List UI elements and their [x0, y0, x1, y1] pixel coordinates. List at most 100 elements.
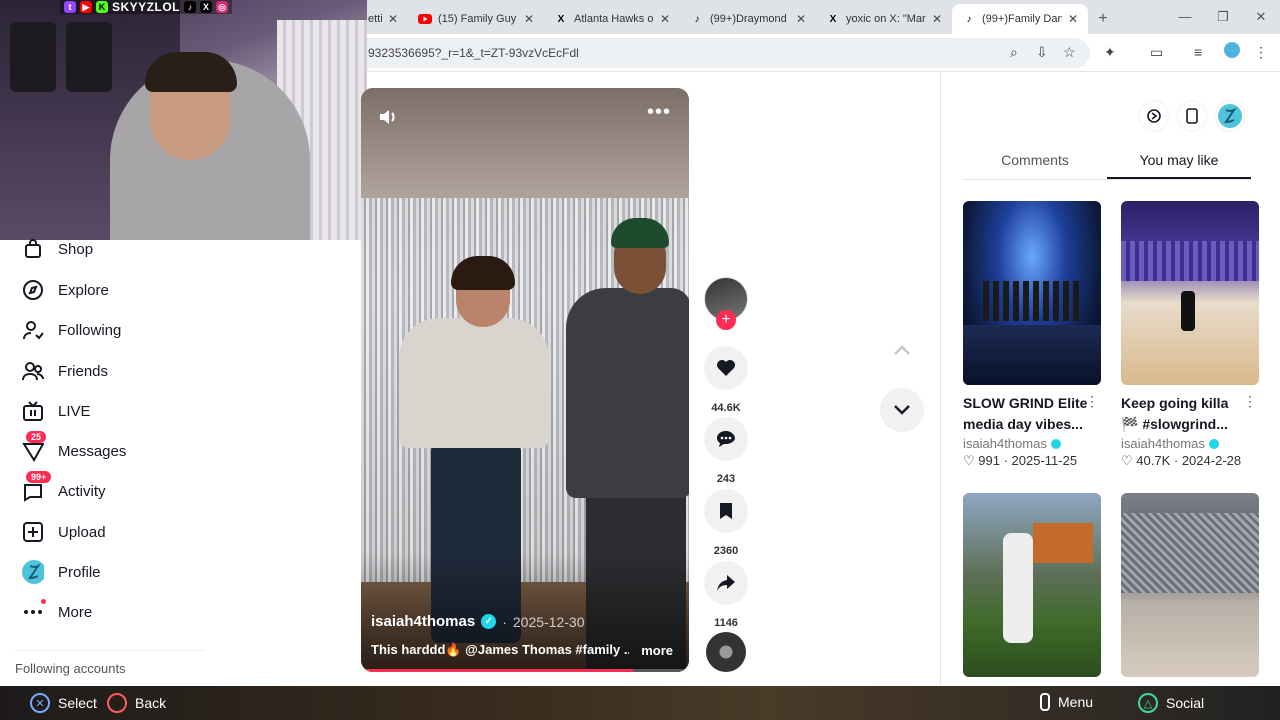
suggested-video-card[interactable] — [1121, 493, 1259, 685]
cast-icon[interactable]: ▭ — [1150, 44, 1163, 61]
volume-icon[interactable] — [377, 106, 399, 128]
extensions-icon[interactable]: ✦ — [1104, 44, 1116, 61]
verified-icon: ✓ — [481, 614, 497, 629]
close-icon[interactable]: ✕ — [796, 12, 806, 26]
sidebar-item-messages[interactable]: 25 Messages — [22, 431, 127, 467]
video-player[interactable]: ••• isaiah4thomas ✓ · 2025-12-30 This ha… — [361, 88, 689, 672]
panel-tabs: Comments You may like — [963, 148, 1251, 180]
sidebar-item-label: Explore — [58, 281, 109, 299]
sidebar-item-label: Upload — [58, 523, 106, 541]
sidebar-item-shop[interactable]: Shop — [22, 233, 93, 265]
card-more-icon[interactable]: ⋮ — [1085, 393, 1099, 410]
close-window-icon[interactable]: ✕ — [1242, 0, 1280, 34]
card-likes: 991 — [978, 453, 1000, 468]
video-progress-fill — [361, 669, 634, 672]
thumbnail-figure — [1003, 533, 1033, 643]
browser-tab[interactable]: X yoxic on X: "Mari ✕ — [816, 4, 952, 34]
video-thumbnail[interactable] — [1121, 493, 1259, 677]
tab-title: (99+)Draymond ( — [710, 13, 790, 25]
share-action[interactable]: 1146 — [704, 561, 748, 629]
suggested-video-card[interactable] — [963, 493, 1101, 685]
previous-video-button[interactable] — [880, 328, 924, 372]
profile-avatar-icon[interactable] — [1216, 102, 1244, 130]
comment-action[interactable]: 243 — [704, 417, 748, 485]
video-thumbnail[interactable] — [963, 493, 1101, 677]
heart-icon[interactable] — [704, 346, 748, 390]
browser-tab[interactable]: etti ✕ — [360, 4, 408, 34]
close-icon[interactable]: ✕ — [1068, 12, 1078, 26]
panel-toolbar — [1140, 102, 1244, 130]
video-menu-icon[interactable]: ••• — [647, 102, 671, 122]
thumbnail-structure — [1033, 523, 1093, 563]
media-icon[interactable]: ≡ — [1194, 44, 1202, 60]
minimize-icon[interactable]: — — [1166, 0, 1204, 34]
sidebar-item-profile[interactable]: Profile — [22, 556, 101, 588]
sidebar-item-live[interactable]: LIVE — [22, 395, 91, 427]
back-hint: Back — [107, 693, 166, 713]
share-icon[interactable] — [704, 561, 748, 605]
install-app-icon[interactable]: ⇩ — [1036, 44, 1048, 61]
sidebar-item-label: Profile — [58, 563, 101, 581]
close-icon[interactable]: ✕ — [660, 12, 670, 26]
video-thumbnail[interactable] — [963, 201, 1101, 385]
bookmark-star-icon[interactable]: ☆ — [1063, 44, 1076, 61]
notification-dot — [41, 599, 46, 604]
sidebar-item-more[interactable]: More — [22, 596, 92, 628]
sidebar-item-label: Shop — [58, 240, 94, 258]
kick-icon: K — [96, 1, 108, 13]
close-icon[interactable]: ✕ — [932, 12, 942, 26]
caption-more-link[interactable]: more — [641, 643, 673, 658]
music-disc-icon[interactable] — [706, 632, 746, 672]
url-input[interactable]: 9323536695?_r=1&_t=ZT-93vzVcEcFdl — [360, 38, 1090, 68]
profile-icon[interactable] — [1224, 42, 1240, 61]
browser-tab[interactable]: X Atlanta Hawks on ✕ — [544, 4, 680, 34]
close-icon[interactable]: ✕ — [388, 12, 398, 26]
card-title[interactable]: SLOW GRIND Elite media day vibes... — [963, 393, 1088, 435]
restore-icon[interactable]: ❐ — [1204, 0, 1242, 34]
browser-tab[interactable]: ♪ (99+)Draymond ( ✕ — [680, 4, 816, 34]
bookmark-icon[interactable] — [704, 489, 748, 533]
new-tab-button[interactable]: + — [1088, 4, 1118, 34]
card-title[interactable]: Keep going killa 🏁 #slowgrind... — [1121, 393, 1246, 435]
suggested-video-card[interactable]: Keep going killa 🏁 #slowgrind... ⋮ isaia… — [1121, 201, 1259, 469]
sidebar-item-explore[interactable]: Explore — [22, 274, 109, 306]
profile-avatar-icon — [22, 560, 44, 584]
controller-hint-bar: ✕ Select Back Menu △ Social — [0, 686, 1280, 720]
activity-badge: 99+ — [26, 471, 52, 483]
card-author[interactable]: isaiah4thomas — [1121, 436, 1205, 451]
browser-tab[interactable]: (15) Family Guy - ✕ — [408, 4, 544, 34]
card-more-icon[interactable]: ⋮ — [1243, 393, 1257, 410]
tab-comments[interactable]: Comments — [963, 148, 1107, 179]
browser-menu-icon[interactable]: ⋮ — [1254, 44, 1268, 61]
suggested-video-card[interactable]: SLOW GRIND Elite media day vibes... ⋮ is… — [963, 201, 1101, 469]
tab-you-may-like[interactable]: You may like — [1107, 148, 1251, 179]
close-icon[interactable]: ✕ — [524, 12, 534, 26]
bookmark-action[interactable]: 2360 — [704, 489, 748, 557]
browser-tab-bar: etti ✕ (15) Family Guy - ✕ X Atlanta Haw… — [360, 0, 1280, 34]
sidebar-item-label: Messages — [58, 442, 127, 460]
video-date: 2025-12-30 — [512, 613, 585, 630]
like-action[interactable]: 44.6K — [704, 346, 748, 414]
video-thumbnail[interactable] — [1121, 201, 1259, 385]
upload-icon — [22, 521, 44, 543]
follow-plus-icon[interactable]: + — [716, 310, 736, 330]
sidebar-item-upload[interactable]: Upload — [22, 516, 106, 548]
following-accounts-heading: Following accounts — [15, 661, 126, 676]
card-author[interactable]: isaiah4thomas — [963, 436, 1047, 451]
browser-tab-active[interactable]: ♪ (99+)Family Danc ✕ — [952, 4, 1088, 34]
sidebar-item-following[interactable]: Following — [22, 314, 121, 346]
device-icon[interactable] — [1178, 102, 1206, 130]
video-progress-bar[interactable] — [361, 669, 689, 672]
video-author[interactable]: isaiah4thomas — [371, 613, 475, 630]
next-video-button[interactable] — [880, 388, 924, 432]
sidebar-item-activity[interactable]: 99+ Activity — [22, 471, 106, 507]
comment-icon[interactable] — [704, 417, 748, 461]
back-label: Back — [135, 695, 167, 711]
thumbnail-stands — [1121, 241, 1259, 281]
sidebar-item-friends[interactable]: Friends — [22, 355, 108, 387]
tiktok-icon: ♪ — [966, 13, 972, 25]
coins-icon[interactable] — [1140, 102, 1168, 130]
zoom-icon[interactable]: ⌕ — [1010, 44, 1018, 61]
sidebar-item-label: Following — [58, 321, 122, 339]
menu-label: Menu — [1058, 694, 1094, 710]
